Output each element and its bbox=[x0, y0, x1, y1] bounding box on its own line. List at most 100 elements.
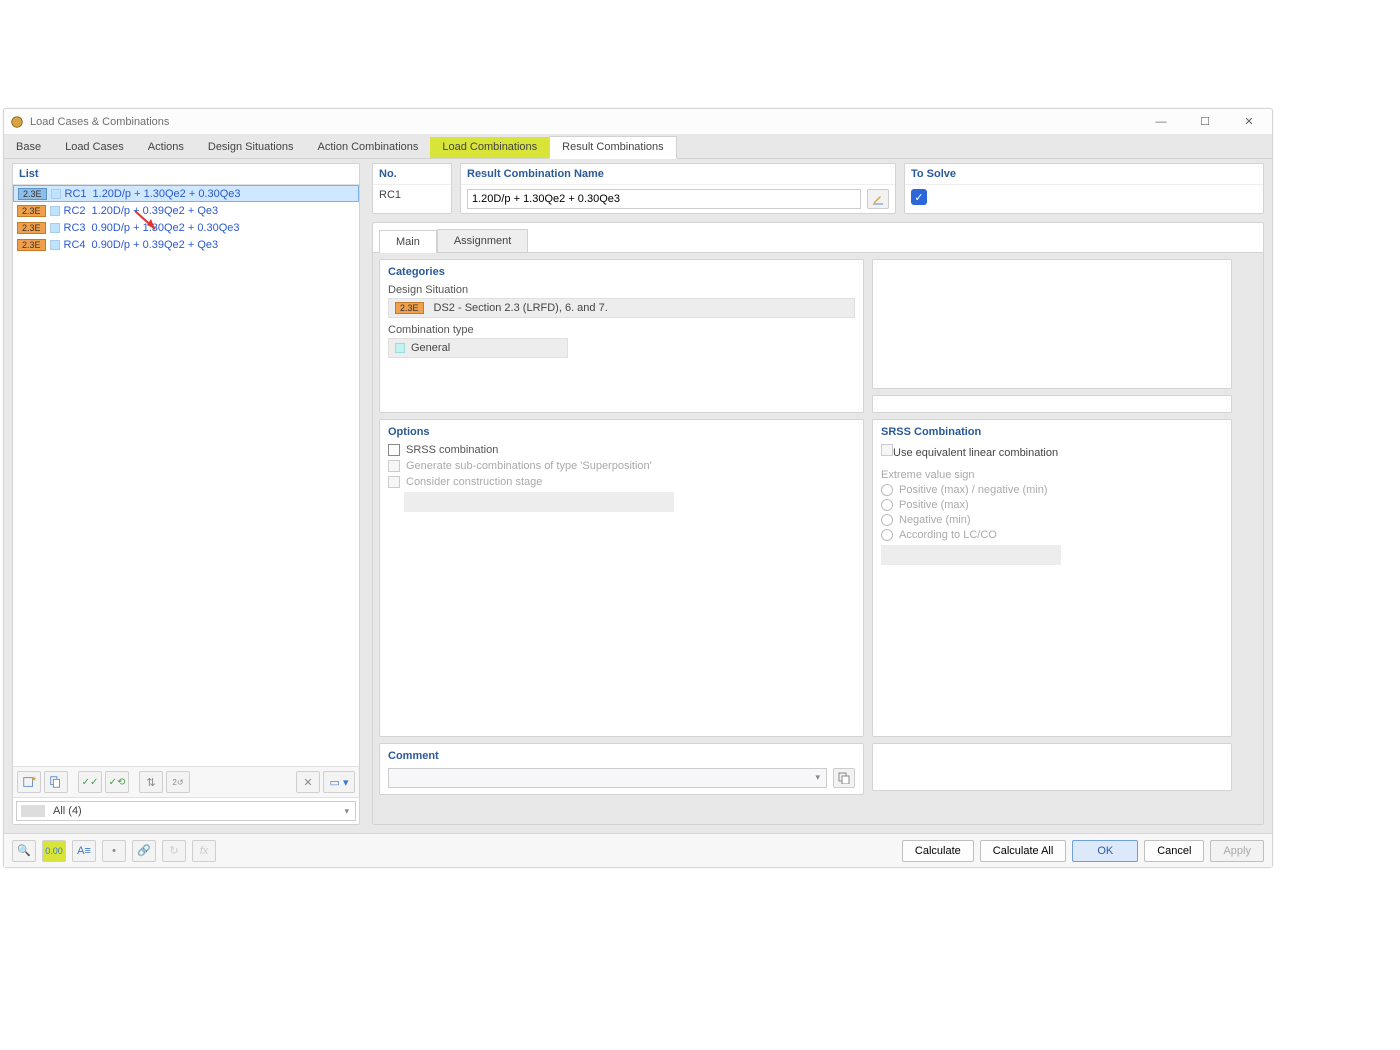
srss-card: SRSS Combination Use equivalent linear c… bbox=[872, 419, 1232, 737]
list-area[interactable]: 2.3E RC1 1.20D/p + 1.30Qe2 + 0.30Qe3 2.3… bbox=[13, 185, 359, 766]
name-label: Result Combination Name bbox=[461, 164, 895, 185]
foot-find-icon[interactable]: 🔍 bbox=[12, 840, 36, 862]
foot-units-icon[interactable]: 0.00 bbox=[42, 840, 66, 862]
combination-type-label: Combination type bbox=[388, 324, 855, 336]
tab-load-cases[interactable]: Load Cases bbox=[53, 137, 136, 158]
rc-name: 1.20D/p + 0.39Qe2 + Qe3 bbox=[92, 205, 219, 217]
combination-type-value: General bbox=[388, 338, 568, 358]
sort-button[interactable]: ⇅ bbox=[139, 771, 163, 793]
list-header: List bbox=[13, 164, 359, 185]
evs-r1: Positive (max) / negative (min) bbox=[899, 484, 1048, 496]
top-tab-strip: Base Load Cases Actions Design Situation… bbox=[4, 135, 1272, 159]
deselect-button[interactable]: ✓⟲ bbox=[105, 771, 129, 793]
minimize-button[interactable]: — bbox=[1140, 110, 1182, 134]
tab-result-combinations[interactable]: Result Combinations bbox=[549, 136, 677, 159]
copy-button[interactable] bbox=[44, 771, 68, 793]
rc-name: 0.90D/p + 0.39Qe2 + Qe3 bbox=[92, 239, 219, 251]
radio-neg bbox=[881, 514, 893, 526]
categories-title: Categories bbox=[388, 266, 855, 278]
ds-text: DS2 - Section 2.3 (LRFD), 6. and 7. bbox=[434, 302, 608, 314]
filter-swatch bbox=[21, 805, 45, 817]
tab-action-combinations[interactable]: Action Combinations bbox=[305, 137, 430, 158]
sub-tab-main[interactable]: Main bbox=[379, 230, 437, 253]
sub-tab-assignment[interactable]: Assignment bbox=[437, 229, 528, 252]
detail-panel: No. RC1 Result Combination Name To Solve… bbox=[372, 163, 1264, 825]
srss-use-eq: Use equivalent linear combination bbox=[893, 447, 1058, 459]
ok-button[interactable]: OK bbox=[1072, 840, 1138, 862]
solve-field-group: To Solve ✓ bbox=[904, 163, 1264, 214]
list-item[interactable]: 2.3E RC3 0.90D/p + 1.30Qe2 + 0.30Qe3 bbox=[13, 219, 359, 236]
evs-label: Extreme value sign bbox=[881, 469, 1223, 481]
radio-posneg bbox=[881, 484, 893, 496]
maximize-button[interactable]: ☐ bbox=[1184, 110, 1226, 134]
opt-gensub-label: Generate sub-combinations of type 'Super… bbox=[406, 460, 652, 472]
app-icon bbox=[10, 115, 24, 129]
comment-card: Comment bbox=[379, 743, 864, 795]
list-badge: 2.3E bbox=[17, 222, 46, 234]
constage-checkbox bbox=[388, 476, 400, 488]
foot-link-icon[interactable]: 🔗 bbox=[132, 840, 156, 862]
design-situation-value: 2.3E DS2 - Section 2.3 (LRFD), 6. and 7. bbox=[388, 298, 855, 318]
edit-name-button[interactable] bbox=[867, 189, 889, 209]
tab-load-combinations[interactable]: Load Combinations bbox=[430, 137, 549, 158]
list-item[interactable]: 2.3E RC4 0.90D/p + 0.39Qe2 + Qe3 bbox=[13, 236, 359, 253]
list-item[interactable]: 2.3E RC1 1.20D/p + 1.30Qe2 + 0.30Qe3 bbox=[13, 185, 359, 202]
opt-constage-label: Consider construction stage bbox=[406, 476, 542, 488]
renumber-button[interactable]: 2↺ bbox=[166, 771, 190, 793]
disabled-subinput bbox=[404, 492, 674, 512]
design-situation-label: Design Situation bbox=[388, 284, 855, 296]
tab-actions[interactable]: Actions bbox=[136, 137, 196, 158]
gensub-checkbox bbox=[388, 460, 400, 472]
color-swatch bbox=[51, 189, 61, 199]
foot-dot-icon[interactable]: • bbox=[102, 840, 126, 862]
list-badge: 2.3E bbox=[17, 239, 46, 251]
window-title: Load Cases & Combinations bbox=[30, 116, 1140, 128]
solve-label: To Solve bbox=[905, 164, 1263, 185]
comment-input[interactable] bbox=[388, 768, 827, 788]
rc-name: 0.90D/p + 1.30Qe2 + 0.30Qe3 bbox=[92, 222, 240, 234]
close-button[interactable]: ✕ bbox=[1228, 110, 1270, 134]
color-swatch bbox=[50, 240, 60, 250]
srss-title: SRSS Combination bbox=[881, 426, 1223, 438]
view-mode-button[interactable]: ▭ ▾ bbox=[323, 771, 355, 793]
titlebar: Load Cases & Combinations — ☐ ✕ bbox=[4, 109, 1272, 135]
radio-lcco bbox=[881, 529, 893, 541]
foot-refresh-icon[interactable]: ↻ bbox=[162, 840, 186, 862]
evs-r3: Negative (min) bbox=[899, 514, 971, 526]
rc-id: RC2 bbox=[64, 205, 92, 217]
srss-disabled-input bbox=[881, 545, 1061, 565]
name-input[interactable] bbox=[467, 189, 861, 209]
use-eq-checkbox bbox=[881, 444, 893, 456]
calculate-button[interactable]: Calculate bbox=[902, 840, 974, 862]
options-title: Options bbox=[388, 426, 855, 438]
evs-r2: Positive (max) bbox=[899, 499, 969, 511]
foot-fx-icon[interactable]: fx bbox=[192, 840, 216, 862]
color-swatch bbox=[50, 206, 60, 216]
filter-text: All (4) bbox=[53, 805, 82, 817]
comment-copy-button[interactable] bbox=[833, 768, 855, 788]
rc-id: RC4 bbox=[64, 239, 92, 251]
no-field-group: No. RC1 bbox=[372, 163, 452, 214]
delete-button[interactable]: ✕ bbox=[296, 771, 320, 793]
ctype-text: General bbox=[411, 342, 450, 354]
radio-pos bbox=[881, 499, 893, 511]
calculate-all-button[interactable]: Calculate All bbox=[980, 840, 1067, 862]
empty-card-top-right bbox=[872, 259, 1232, 389]
to-solve-checkbox[interactable]: ✓ bbox=[911, 189, 927, 205]
categories-card: Categories Design Situation 2.3E DS2 - S… bbox=[379, 259, 864, 413]
tab-base[interactable]: Base bbox=[4, 137, 53, 158]
evs-r4: According to LC/CO bbox=[899, 529, 997, 541]
srss-checkbox[interactable] bbox=[388, 444, 400, 456]
ds-badge: 2.3E bbox=[395, 302, 424, 314]
name-field-group: Result Combination Name bbox=[460, 163, 896, 214]
foot-notes-icon[interactable]: A≡ bbox=[72, 840, 96, 862]
list-item[interactable]: 2.3E RC2 1.20D/p + 0.39Qe2 + Qe3 bbox=[13, 202, 359, 219]
new-button[interactable]: ★ bbox=[17, 771, 41, 793]
opt-srss-label: SRSS combination bbox=[406, 444, 498, 456]
empty-card-thin bbox=[872, 395, 1232, 413]
empty-card-bottom-right bbox=[872, 743, 1232, 791]
select-all-button[interactable]: ✓✓ bbox=[78, 771, 102, 793]
tab-design-situations[interactable]: Design Situations bbox=[196, 137, 306, 158]
filter-select[interactable]: All (4) bbox=[16, 801, 356, 821]
cancel-button[interactable]: Cancel bbox=[1144, 840, 1204, 862]
